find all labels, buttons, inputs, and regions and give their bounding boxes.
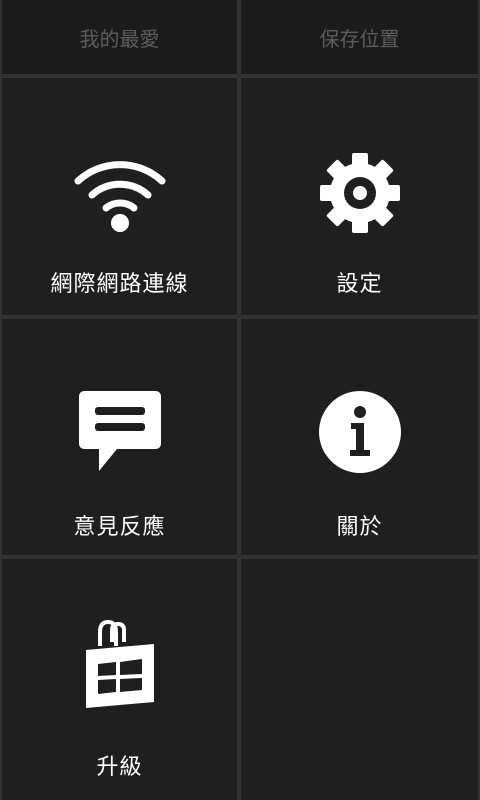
gear-icon bbox=[241, 138, 478, 248]
feedback-chat-icon bbox=[2, 377, 237, 487]
top-bar: 我的最愛 保存位置 bbox=[0, 0, 480, 74]
settings-tile[interactable]: 設定 bbox=[241, 78, 478, 315]
menu-screen: 我的最愛 保存位置 網際網路連線 設定 意見反應 關於 升級 bbox=[0, 0, 480, 800]
favorites-label: 我的最愛 bbox=[79, 26, 160, 51]
internet-connection-label: 網際網路連線 bbox=[50, 272, 189, 297]
save-location-button[interactable]: 保存位置 bbox=[241, 0, 478, 74]
upgrade-tile[interactable]: 升級 bbox=[2, 559, 237, 800]
about-tile[interactable]: 關於 bbox=[241, 319, 478, 555]
info-icon bbox=[241, 377, 478, 487]
feedback-label: 意見反應 bbox=[73, 515, 166, 540]
wifi-icon bbox=[2, 138, 237, 248]
about-label: 關於 bbox=[336, 515, 383, 540]
save-location-label: 保存位置 bbox=[319, 26, 400, 51]
store-bag-icon bbox=[2, 611, 237, 721]
internet-connection-tile[interactable]: 網際網路連線 bbox=[2, 78, 237, 315]
upgrade-label: 升級 bbox=[96, 755, 143, 780]
favorites-button[interactable]: 我的最愛 bbox=[2, 0, 237, 74]
feedback-tile[interactable]: 意見反應 bbox=[2, 319, 237, 555]
empty-tile bbox=[241, 559, 478, 800]
settings-label: 設定 bbox=[336, 272, 383, 297]
